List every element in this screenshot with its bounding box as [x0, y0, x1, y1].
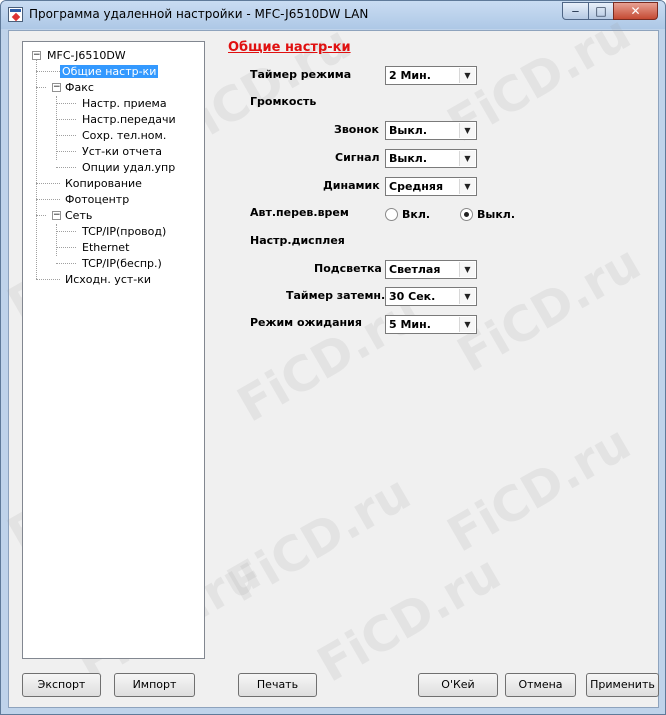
speaker-volume-select[interactable]: Средняя ▼ [385, 177, 477, 196]
app-window: Программа удаленной настройки - MFC-J651… [0, 0, 666, 715]
auto-dst-off-label[interactable]: Выкл. [477, 208, 515, 221]
ring-volume-select[interactable]: Выкл. ▼ [385, 121, 477, 140]
page-title: Общие настр-ки [228, 40, 351, 55]
chevron-down-icon[interactable]: ▼ [459, 123, 475, 138]
tree-line [56, 119, 76, 120]
watermark: FiCD.ru [218, 464, 420, 614]
tree-line [56, 231, 76, 232]
tree-line [36, 71, 60, 72]
mode-timer-select[interactable]: 2 Мин. ▼ [385, 66, 477, 85]
cancel-button[interactable]: Отмена [505, 673, 576, 697]
tree-item-remote-options[interactable]: Опции удал.упр [80, 160, 177, 175]
chevron-down-icon[interactable]: ▼ [459, 289, 475, 304]
tree-line [36, 87, 46, 88]
auto-dst-on-radio[interactable] [385, 208, 398, 221]
watermark: FiCD.ru [448, 234, 650, 384]
tree-item-network[interactable]: Сеть [63, 208, 94, 223]
tree-root[interactable]: MFC-J6510DW [45, 48, 128, 63]
ok-button[interactable]: O'Кей [418, 673, 498, 697]
import-button[interactable]: Импорт [114, 673, 195, 697]
chevron-down-icon[interactable]: ▼ [459, 68, 475, 83]
dim-timer-select[interactable]: 30 Сек. ▼ [385, 287, 477, 306]
tree-item-address-book[interactable]: Сохр. тел.ном. [80, 128, 168, 143]
tree-item-defaults[interactable]: Исходн. уст-ки [63, 272, 153, 287]
beep-label: Сигнал [335, 151, 380, 164]
backlight-select[interactable]: Светлая ▼ [385, 260, 477, 279]
watermark: FiCD.ru [438, 414, 640, 564]
dim-timer-label: Таймер затемн. [286, 289, 386, 302]
collapse-icon[interactable]: − [52, 83, 61, 92]
auto-dst-on-label[interactable]: Вкл. [402, 208, 430, 221]
tree-item-tcpip-wireless[interactable]: TCP/IP(беспр.) [80, 256, 164, 271]
mode-timer-label: Таймер режима [250, 68, 352, 81]
maximize-button[interactable]: □ [588, 2, 614, 20]
display-heading: Настр.дисплея [250, 234, 345, 247]
tree-line [56, 103, 76, 104]
tree-item-fax-send[interactable]: Настр.передачи [80, 112, 178, 127]
tree-line [36, 215, 46, 216]
speaker-label: Динамик [323, 179, 380, 192]
app-icon [8, 7, 23, 22]
tree-line [56, 167, 76, 168]
client-area: FiCD.ru FiCD.ru FiCD.ru FiCD.ru FiCD.ru … [1, 5, 659, 708]
tree-line [56, 224, 57, 256]
tree-item-ethernet[interactable]: Ethernet [80, 240, 131, 255]
tree-item-fax[interactable]: Факс [63, 80, 96, 95]
auto-dst-off-radio[interactable] [460, 208, 473, 221]
settings-tree[interactable]: − MFC-J6510DW Общие настр-ки − Факс Наст… [22, 41, 205, 659]
ring-label: Звонок [334, 123, 379, 136]
tree-line [56, 247, 76, 248]
window-title: Программа удаленной настройки - MFC-J651… [29, 7, 369, 21]
beep-volume-select[interactable]: Выкл. ▼ [385, 149, 477, 168]
tree-item-tcpip-wired[interactable]: TCP/IP(провод) [80, 224, 168, 239]
chevron-down-icon[interactable]: ▼ [459, 262, 475, 277]
collapse-icon[interactable]: − [32, 51, 41, 60]
watermark: FiCD.ru [228, 284, 430, 434]
print-button[interactable]: Печать [238, 673, 317, 697]
export-button[interactable]: Экспорт [22, 673, 101, 697]
sleep-label: Режим ожидания [250, 316, 362, 329]
tree-line [36, 183, 60, 184]
title-bar[interactable]: Программа удаленной настройки - MFC-J651… [1, 1, 665, 29]
sleep-mode-select[interactable]: 5 Мин. ▼ [385, 315, 477, 334]
chevron-down-icon[interactable]: ▼ [459, 317, 475, 332]
tree-line [36, 56, 37, 279]
watermark: FiCD.ru [308, 544, 510, 694]
tree-item-report-settings[interactable]: Уст-ки отчета [80, 144, 164, 159]
close-button[interactable]: ✕ [613, 2, 658, 20]
tree-line [36, 199, 60, 200]
tree-line [56, 151, 76, 152]
tree-line [36, 279, 60, 280]
tree-line [56, 135, 76, 136]
tree-item-fax-receive[interactable]: Настр. приема [80, 96, 169, 111]
collapse-icon[interactable]: − [52, 211, 61, 220]
tree-item-copy[interactable]: Копирование [63, 176, 144, 191]
tree-item-photocenter[interactable]: Фотоцентр [63, 192, 131, 207]
backlight-label: Подсветка [314, 262, 382, 275]
apply-button[interactable]: Применить [586, 673, 659, 697]
minimize-button[interactable]: ‒ [562, 2, 589, 20]
chevron-down-icon[interactable]: ▼ [459, 179, 475, 194]
auto-dst-label: Авт.перев.врем [250, 206, 349, 219]
chevron-down-icon[interactable]: ▼ [459, 151, 475, 166]
tree-item-general[interactable]: Общие настр-ки [60, 64, 159, 79]
tree-line [56, 263, 76, 264]
volume-heading: Громкость [250, 95, 317, 108]
